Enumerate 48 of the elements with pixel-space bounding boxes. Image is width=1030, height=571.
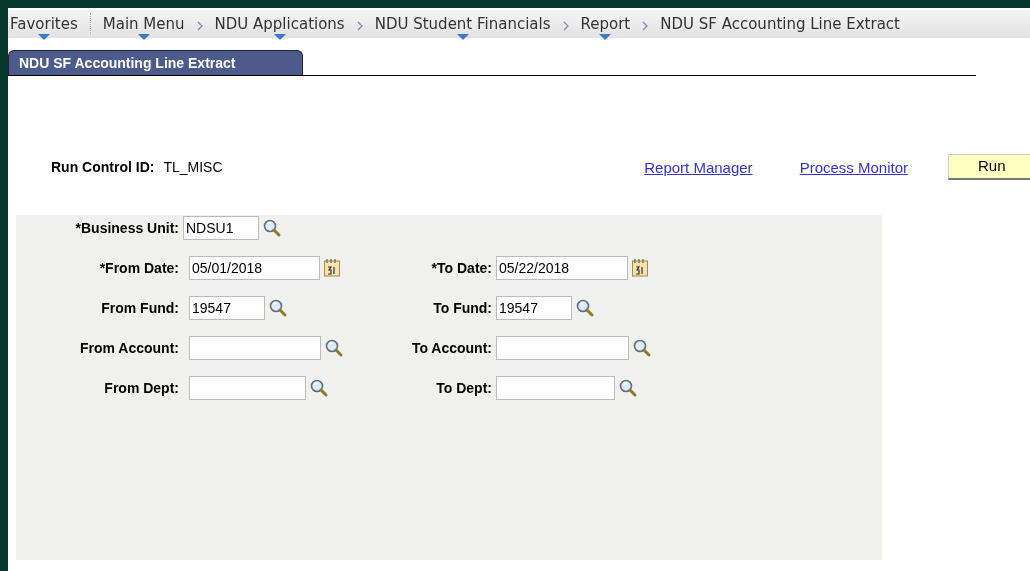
search-icon[interactable] (632, 338, 652, 358)
input-field[interactable]: NDSU1 (183, 216, 259, 240)
input-field[interactable] (189, 336, 321, 360)
breadcrumb-link[interactable]: NDU Student Financials (374, 10, 551, 40)
field-label: *To Date: (430, 260, 493, 276)
search-icon[interactable] (268, 298, 288, 318)
field-label: To Dept: (435, 380, 493, 396)
breadcrumb-link[interactable]: Report (580, 10, 631, 40)
dropdown-arrow-icon[interactable] (599, 34, 612, 40)
field-label: From Account: (78, 340, 180, 356)
dropdown-arrow-icon[interactable] (137, 34, 150, 40)
field-label: To Fund: (432, 300, 493, 316)
field-label: *From Date: (98, 260, 180, 276)
input-field[interactable] (496, 336, 629, 360)
calendar-icon[interactable] (631, 258, 649, 278)
field-label: From Fund: (100, 300, 180, 316)
search-icon[interactable] (324, 338, 344, 358)
dropdown-arrow-icon[interactable] (37, 34, 50, 40)
breadcrumb-link[interactable]: Favorites (10, 10, 78, 40)
search-icon[interactable] (575, 298, 595, 318)
input-field[interactable]: 19547 (189, 296, 265, 320)
search-icon[interactable] (262, 218, 282, 238)
field-label: To Account: (410, 340, 493, 356)
link[interactable]: Report Manager (644, 158, 753, 176)
input-field[interactable]: 05/22/2018 (496, 256, 628, 280)
breadcrumb-link[interactable]: Main Menu (102, 10, 185, 40)
dropdown-arrow-icon[interactable] (273, 34, 286, 40)
field-label: Run Control ID: (51, 159, 155, 175)
input-field[interactable] (496, 376, 615, 400)
page-tab[interactable]: NDU SF Accounting Line Extract (8, 50, 303, 75)
field-label: *Business Unit: (74, 220, 180, 236)
search-icon[interactable] (309, 378, 329, 398)
breadcrumb-link[interactable]: NDU Applications (214, 10, 345, 40)
link[interactable]: Process Monitor (799, 158, 908, 176)
run-button[interactable]: Run (948, 154, 1030, 180)
calendar-icon[interactable] (323, 258, 341, 278)
chevron-icon (642, 21, 649, 31)
input-field[interactable]: 05/01/2018 (189, 256, 320, 280)
input-field[interactable] (189, 376, 306, 400)
field-value: TL_MISC (163, 159, 223, 175)
search-icon[interactable] (618, 378, 638, 398)
chevron-icon (562, 21, 569, 31)
dropdown-arrow-icon[interactable] (456, 34, 469, 40)
breadcrumb-link[interactable]: NDU SF Accounting Line Extract (660, 10, 900, 33)
chevron-icon (356, 21, 363, 31)
chevron-icon (196, 21, 203, 31)
input-field[interactable]: 19547 (496, 296, 572, 320)
field-label: From Dept: (103, 380, 180, 396)
